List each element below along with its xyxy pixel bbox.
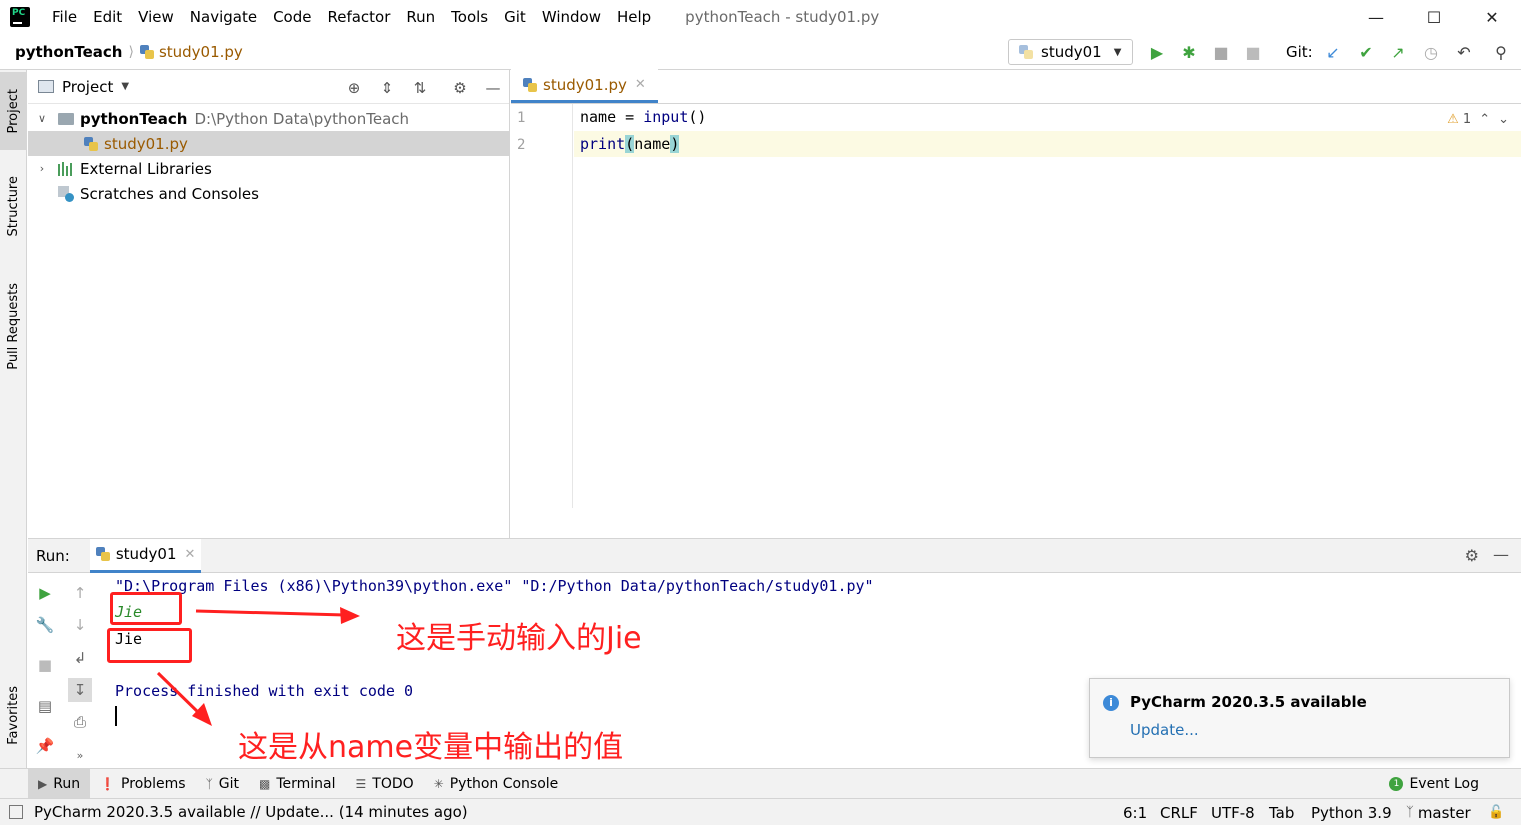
- status-bar: PyCharm 2020.3.5 available // Update... …: [0, 798, 1521, 825]
- tool-tab-run[interactable]: ▶ Run: [28, 768, 91, 799]
- tool-tab-problems[interactable]: ❗ Problems: [90, 769, 195, 799]
- tool-tab-terminal[interactable]: ▩ Terminal: [249, 769, 346, 799]
- tool-tab-problems-label: Problems: [121, 775, 186, 792]
- status-message[interactable]: PyCharm 2020.3.5 available // Update... …: [34, 803, 468, 821]
- indent-setting[interactable]: Tab: [1269, 799, 1294, 825]
- problems-icon: ❗: [100, 776, 116, 791]
- git-branch-name: master: [1417, 803, 1471, 822]
- tool-tab-python-console-label: Python Console: [449, 775, 559, 792]
- file-encoding[interactable]: UTF-8: [1211, 799, 1255, 825]
- line-separator[interactable]: CRLF: [1160, 799, 1198, 825]
- tool-tab-terminal-label: Terminal: [276, 775, 336, 792]
- annotation-input-note: 这是手动输入的Jie: [396, 621, 642, 656]
- caret-position[interactable]: 6:1: [1123, 799, 1147, 825]
- tool-tab-python-console[interactable]: ✳ Python Console: [424, 769, 569, 799]
- event-log-badge-icon: 1: [1389, 777, 1404, 791]
- tool-tab-event-log-label: Event Log: [1409, 776, 1479, 792]
- tool-tab-git-label: Git: [218, 775, 240, 792]
- git-branch[interactable]: ᛉ master: [1406, 799, 1471, 825]
- git-branch-icon: ᛉ: [1406, 805, 1414, 820]
- lock-icon[interactable]: 🔓: [1488, 799, 1504, 825]
- python-interpreter[interactable]: Python 3.9: [1311, 799, 1392, 825]
- tool-tab-run-label: Run: [53, 775, 81, 792]
- python-console-icon: ✳: [433, 776, 444, 791]
- tool-tab-todo[interactable]: ☰ TODO: [346, 769, 424, 799]
- info-icon: i: [1103, 695, 1119, 711]
- tool-tab-git[interactable]: ᛉ Git: [196, 769, 249, 799]
- todo-list-icon: ☰: [355, 776, 367, 791]
- annotation-output-note: 这是从name变量中输出的值: [238, 730, 624, 765]
- notification-title: PyCharm 2020.3.5 available: [1130, 693, 1367, 711]
- update-notification: i PyCharm 2020.3.5 available Update...: [1089, 678, 1510, 758]
- update-link[interactable]: Update...: [1130, 721, 1199, 739]
- git-branch-icon: ᛉ: [205, 776, 213, 791]
- tool-tab-event-log[interactable]: 1 Event Log: [1389, 769, 1479, 799]
- tool-tab-todo-label: TODO: [372, 775, 414, 792]
- bottom-tool-bar: ▶ Run ❗ Problems ᛉ Git ▩ Terminal ☰ TODO…: [0, 768, 1521, 799]
- toggle-tool-windows-icon[interactable]: [9, 805, 23, 819]
- run-icon: ▶: [38, 776, 48, 791]
- terminal-icon: ▩: [259, 776, 271, 791]
